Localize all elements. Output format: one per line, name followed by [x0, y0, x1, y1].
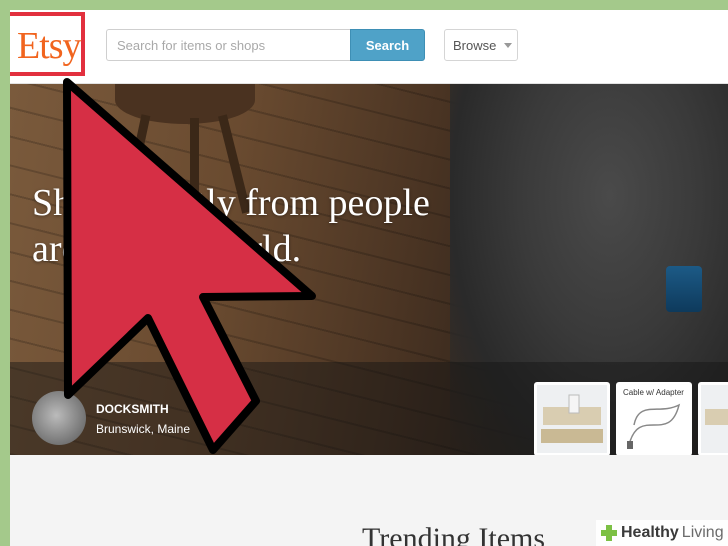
watermark-brand-light: Living [681, 524, 724, 541]
watermark-brand-bold: Healthy [621, 524, 679, 541]
watermark: Healthy Living [596, 520, 728, 546]
plus-logo-icon [601, 525, 617, 541]
pointer-arrow-icon [63, 78, 316, 454]
